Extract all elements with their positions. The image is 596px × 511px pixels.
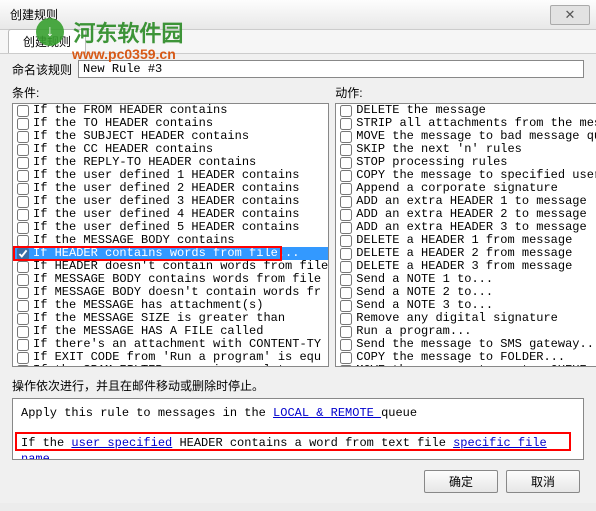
action-checkbox[interactable] — [340, 274, 352, 286]
action-checkbox[interactable] — [340, 261, 352, 273]
condition-checkbox[interactable] — [17, 183, 29, 195]
condition-checkbox[interactable] — [17, 118, 29, 130]
rule-name-label: 命名该规则 — [12, 61, 72, 78]
summary-header-link[interactable]: user specified — [71, 436, 172, 450]
condition-checkbox[interactable] — [17, 326, 29, 338]
action-checkbox[interactable] — [340, 196, 352, 208]
action-checkbox[interactable] — [340, 339, 352, 351]
summary-text: Apply this rule to messages in the — [21, 406, 273, 420]
action-checkbox[interactable] — [340, 157, 352, 169]
content-area: 命名该规则 条件: If the FROM HEADER containsIf … — [0, 54, 596, 503]
condition-checkbox[interactable] — [17, 274, 29, 286]
action-checkbox[interactable] — [340, 326, 352, 338]
tab-strip: 创建规则 — [0, 30, 596, 54]
close-button[interactable]: ✕ — [550, 5, 590, 25]
action-checkbox[interactable] — [340, 235, 352, 247]
summary-text: If the — [21, 436, 71, 450]
action-checkbox[interactable] — [340, 170, 352, 182]
summary-line-1: Apply this rule to messages in the LOCAL… — [21, 405, 575, 421]
condition-checkbox[interactable] — [17, 300, 29, 312]
action-checkbox[interactable] — [340, 248, 352, 260]
action-checkbox[interactable] — [340, 131, 352, 143]
rule-summary-box: Apply this rule to messages in the LOCAL… — [12, 398, 584, 460]
instruction-text: 操作依次进行，并且在邮件移动或删除时停止。 — [12, 377, 584, 394]
conditions-listbox[interactable]: If the FROM HEADER containsIf the TO HEA… — [12, 103, 329, 367]
condition-checkbox[interactable] — [17, 261, 29, 273]
summary-line-2: If the user specified HEADER contains a … — [21, 435, 575, 460]
action-checkbox[interactable] — [340, 365, 352, 368]
action-checkbox[interactable] — [340, 183, 352, 195]
rule-name-input[interactable] — [78, 60, 584, 78]
condition-checkbox[interactable] — [17, 157, 29, 169]
action-item[interactable]: MOVE the message to custom QUEUE... — [336, 364, 596, 367]
condition-checkbox[interactable] — [17, 339, 29, 351]
action-checkbox[interactable] — [340, 352, 352, 364]
condition-checkbox[interactable] — [17, 313, 29, 325]
condition-checkbox[interactable] — [17, 365, 29, 368]
action-checkbox[interactable] — [340, 300, 352, 312]
condition-checkbox[interactable] — [17, 235, 29, 247]
summary-text: HEADER contains a word from text file — [172, 436, 453, 450]
ok-button[interactable]: 确定 — [424, 470, 498, 493]
condition-item[interactable]: If the SPAM FILTER score is equal to — [13, 364, 328, 367]
action-checkbox[interactable] — [340, 313, 352, 325]
action-checkbox[interactable] — [340, 209, 352, 221]
summary-queue-link[interactable]: LOCAL & REMOTE — [273, 406, 381, 420]
actions-listbox[interactable]: DELETE the messageSTRIP all attachments … — [335, 103, 596, 367]
condition-checkbox[interactable] — [17, 170, 29, 182]
action-checkbox[interactable] — [340, 222, 352, 234]
action-checkbox[interactable] — [340, 144, 352, 156]
conditions-label: 条件: — [12, 84, 329, 101]
condition-checkbox[interactable] — [17, 222, 29, 234]
condition-checkbox[interactable] — [17, 196, 29, 208]
action-checkbox[interactable] — [340, 118, 352, 130]
tab-create-rule[interactable]: 创建规则 — [8, 29, 86, 53]
condition-checkbox[interactable] — [17, 144, 29, 156]
condition-checkbox[interactable] — [17, 287, 29, 299]
window-titlebar: 创建规则 ✕ — [0, 0, 596, 30]
condition-checkbox[interactable] — [17, 209, 29, 221]
condition-checkbox[interactable] — [17, 248, 29, 260]
actions-label: 动作: — [335, 84, 596, 101]
window-title: 创建规则 — [10, 6, 58, 23]
rule-name-row: 命名该规则 — [12, 60, 584, 78]
condition-checkbox[interactable] — [17, 105, 29, 117]
condition-text: If the SPAM FILTER score is equal to — [33, 364, 292, 367]
tab-label: 创建规则 — [23, 35, 71, 49]
dialog-button-row: 确定 取消 — [12, 470, 584, 493]
action-checkbox[interactable] — [340, 287, 352, 299]
action-text: MOVE the message to custom QUEUE... — [356, 364, 596, 367]
condition-checkbox[interactable] — [17, 352, 29, 364]
summary-text: queue — [381, 406, 417, 420]
condition-checkbox[interactable] — [17, 131, 29, 143]
cancel-button[interactable]: 取消 — [506, 470, 580, 493]
close-icon: ✕ — [565, 7, 576, 23]
action-checkbox[interactable] — [340, 105, 352, 117]
